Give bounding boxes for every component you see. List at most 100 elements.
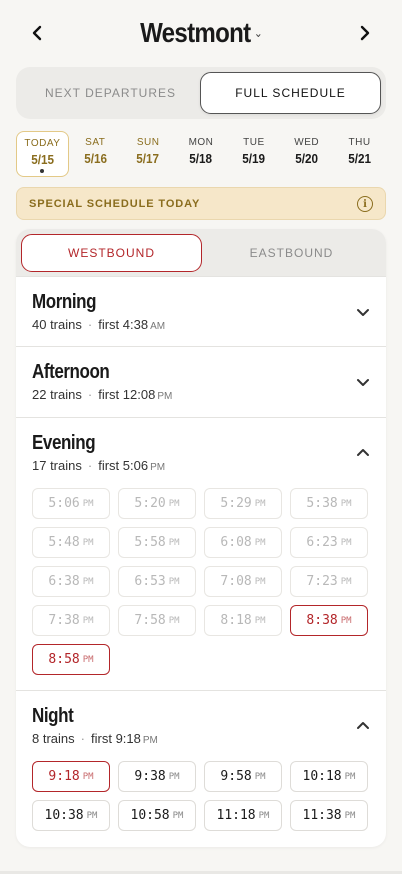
departure-ampm: PM: [168, 576, 180, 587]
departure-ampm: PM: [86, 810, 98, 821]
departure-time-chip[interactable]: 7:58 PM: [118, 605, 196, 636]
departure-time-chip[interactable]: 6:08 PM: [204, 527, 282, 558]
day-4[interactable]: TUE 5/19: [227, 131, 280, 177]
departure-time-chip[interactable]: 5:20 PM: [118, 488, 196, 519]
departure-time-chip[interactable]: 6:53 PM: [118, 566, 196, 597]
departure-time-chip[interactable]: 7:08 PM: [204, 566, 282, 597]
departure-time: 10:58: [130, 808, 170, 823]
departure-time: 5:58: [134, 535, 166, 550]
chevron-up-icon: [357, 449, 369, 456]
train-count: 40 trains: [32, 317, 82, 332]
departure-ampm: PM: [168, 615, 180, 626]
departure-ampm: PM: [258, 810, 270, 821]
section-title: Evening: [32, 432, 96, 454]
first-ampm: AM: [150, 321, 166, 332]
departure-time: 5:48: [48, 535, 80, 550]
departure-ampm: PM: [168, 771, 180, 782]
day-of-week: WED: [294, 137, 320, 148]
chevron-down-icon: [357, 309, 369, 316]
departure-time-chip[interactable]: 11:18 PM: [204, 800, 282, 831]
section-title: Afternoon: [32, 361, 110, 383]
day-5[interactable]: WED 5/20: [280, 131, 333, 177]
departure-time: 7:23: [306, 574, 338, 589]
day-of-week: SUN: [136, 137, 160, 148]
section-summary: 22 trains · first 12:08 PM: [32, 387, 172, 402]
departure-time-chip[interactable]: 6:38 PM: [32, 566, 110, 597]
direction-toggle: WESTBOUND EASTBOUND: [16, 229, 386, 277]
separator: ·: [87, 387, 93, 402]
day-0[interactable]: TODAY 5/15: [16, 131, 69, 177]
day-date: 5/16: [83, 151, 107, 166]
first-ampm: PM: [142, 735, 158, 746]
caret-down-icon: ⌄: [253, 26, 263, 40]
departure-time-chip[interactable]: 5:58 PM: [118, 527, 196, 558]
station-selector[interactable]: Westmont ⌄: [28, 17, 374, 49]
first-label: first: [98, 458, 120, 473]
departure-ampm: PM: [82, 498, 94, 509]
section-header[interactable]: Morning 40 trains · first 4:38 AM: [16, 277, 386, 347]
departure-grid: 5:06 PM 5:20 PM 5:29 PM 5:38 PM 5:48 PM 5:58 PM 6:08…: [32, 488, 368, 675]
day-1[interactable]: SAT 5/16: [69, 131, 122, 177]
departure-ampm: PM: [344, 810, 356, 821]
departure-time-chip[interactable]: 10:18 PM: [290, 761, 368, 792]
first-time: 12:08: [122, 387, 156, 402]
separator: ·: [87, 458, 93, 473]
departure-time-chip[interactable]: 5:06 PM: [32, 488, 110, 519]
day-2[interactable]: SUN 5/17: [122, 131, 175, 177]
departure-time-chip[interactable]: 6:23 PM: [290, 527, 368, 558]
departure-grid: 9:18 PM 9:38 PM 9:58 PM 10:18 PM 10:38 PM 10:58 PM 1…: [32, 761, 368, 831]
day-of-week: TUE: [243, 137, 265, 148]
mode-toggle: NEXT DEPARTURES FULL SCHEDULE: [16, 67, 386, 119]
departure-time-chip[interactable]: 9:18 PM: [32, 761, 110, 792]
departure-time: 5:20: [134, 496, 166, 511]
separator: ·: [87, 317, 93, 332]
departure-ampm: PM: [254, 615, 266, 626]
departure-time-chip[interactable]: 8:58 PM: [32, 644, 110, 675]
first-time: 9:18: [115, 731, 141, 746]
departure-time-chip[interactable]: 10:58 PM: [118, 800, 196, 831]
section-summary: 17 trains · first 5:06 PM: [32, 458, 165, 473]
departure-time-chip[interactable]: 7:23 PM: [290, 566, 368, 597]
tab-full-schedule[interactable]: FULL SCHEDULE: [200, 72, 381, 114]
departure-time: 9:38: [134, 769, 166, 784]
day-date: 5/17: [136, 151, 160, 166]
departure-time-chip[interactable]: 9:38 PM: [118, 761, 196, 792]
section-summary: 8 trains · first 9:18 PM: [32, 731, 158, 746]
departure-time: 11:38: [302, 808, 342, 823]
today-dot-icon: [40, 169, 45, 173]
day-3[interactable]: MON 5/18: [175, 131, 228, 177]
train-count: 17 trains: [32, 458, 82, 473]
section-header[interactable]: Night 8 trains · first 9:18 PM: [16, 691, 386, 761]
section-header[interactable]: Evening 17 trains · first 5:06 PM: [16, 418, 386, 488]
departure-ampm: PM: [168, 498, 180, 509]
info-icon[interactable]: i: [357, 196, 373, 212]
schedule-card: WESTBOUND EASTBOUND Morning 40 trains · fir…: [16, 229, 386, 847]
departure-time: 6:23: [306, 535, 338, 550]
departure-time-chip[interactable]: 7:38 PM: [32, 605, 110, 636]
departure-time-chip[interactable]: 8:18 PM: [204, 605, 282, 636]
departure-time-chip[interactable]: 10:38 PM: [32, 800, 110, 831]
day-6[interactable]: THU 5/21: [333, 131, 386, 177]
tab-next-departures[interactable]: NEXT DEPARTURES: [21, 72, 200, 114]
departure-time-chip[interactable]: 9:58 PM: [204, 761, 282, 792]
departure-ampm: PM: [82, 654, 94, 665]
departure-ampm: PM: [168, 537, 180, 548]
section-header[interactable]: Afternoon 22 trains · first 12:08 PM: [16, 347, 386, 417]
departure-time-chip[interactable]: 8:38 PM: [290, 605, 368, 636]
departure-time-chip[interactable]: 11:38 PM: [290, 800, 368, 831]
tab-eastbound[interactable]: EASTBOUND: [202, 234, 381, 272]
departure-time: 8:58: [48, 652, 80, 667]
departure-time-chip[interactable]: 5:48 PM: [32, 527, 110, 558]
train-count: 22 trains: [32, 387, 82, 402]
day-of-week: MON: [188, 137, 214, 148]
chevron-up-icon: [357, 722, 369, 729]
section-morning: Morning 40 trains · first 4:38 AM: [16, 276, 386, 346]
departure-time: 9:18: [48, 769, 80, 784]
departure-time: 5:38: [306, 496, 338, 511]
next-station-button[interactable]: [350, 18, 380, 48]
day-date: 5/19: [242, 151, 266, 166]
departure-time: 6:53: [134, 574, 166, 589]
departure-time-chip[interactable]: 5:38 PM: [290, 488, 368, 519]
tab-westbound[interactable]: WESTBOUND: [21, 234, 202, 272]
departure-time-chip[interactable]: 5:29 PM: [204, 488, 282, 519]
